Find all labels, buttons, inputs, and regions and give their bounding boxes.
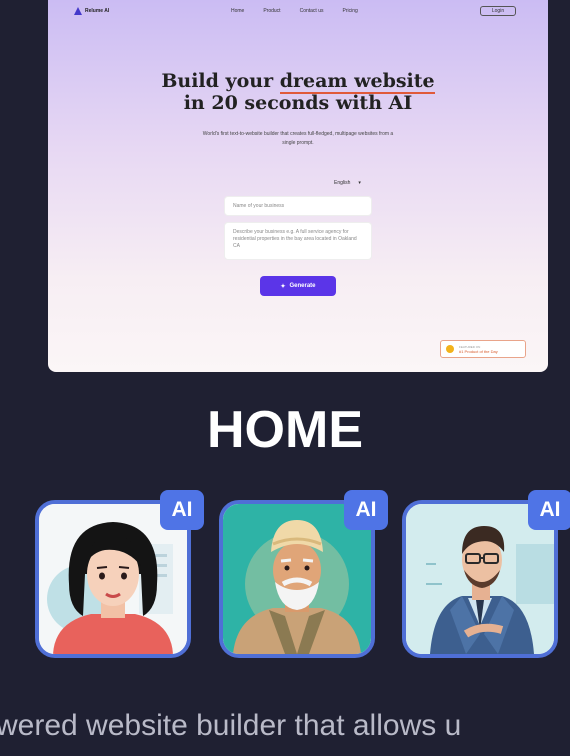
business-name-input[interactable]: Name of your business xyxy=(224,196,372,216)
hero-subtitle: World's first text-to-website builder th… xyxy=(202,131,394,146)
ai-badge: AI xyxy=(528,490,570,530)
generate-label: Generate xyxy=(289,283,316,289)
headline-part-1: Build your xyxy=(161,70,280,92)
login-button[interactable]: Login xyxy=(480,6,516,16)
language-select[interactable]: English ▾ xyxy=(334,180,361,186)
headline-line-2: in 20 seconds with AI xyxy=(183,92,413,114)
producthunt-badge[interactable]: FEATURED ON #1 Product of the Day xyxy=(440,340,526,358)
preview-navbar: Relume AI Home Product Contact us Pricin… xyxy=(48,0,548,24)
nav-product[interactable]: Product xyxy=(263,8,280,14)
medal-icon xyxy=(446,345,454,353)
language-value: English xyxy=(334,180,351,186)
generate-button[interactable]: ✦ Generate xyxy=(260,276,336,296)
ai-badge: AI xyxy=(160,490,204,530)
website-preview-screenshot: Relume AI Home Product Contact us Pricin… xyxy=(48,0,548,372)
headline-highlight: dream website xyxy=(279,70,435,94)
preview-nav-links: Home Product Contact us Pricing xyxy=(231,8,358,14)
hero-headline: Build your dream website in 20 seconds w… xyxy=(48,70,548,114)
nav-contact[interactable]: Contact us xyxy=(300,8,324,14)
preview-logo[interactable]: Relume AI xyxy=(74,7,109,15)
ai-badge: AI xyxy=(344,490,388,530)
nav-home[interactable]: Home xyxy=(231,8,244,14)
producthunt-label: #1 Product of the Day xyxy=(459,348,498,354)
description-textarea[interactable]: Describe your business e.g. A full servi… xyxy=(224,222,372,260)
nav-pricing[interactable]: Pricing xyxy=(342,8,357,14)
sparkle-icon: ✦ xyxy=(280,283,286,290)
logo-icon xyxy=(74,7,82,15)
bottom-description-text: wered website builder that allows u xyxy=(0,709,462,742)
logo-text: Relume AI xyxy=(85,8,110,14)
section-title: HOME xyxy=(207,401,363,459)
chevron-down-icon: ▾ xyxy=(358,180,361,186)
